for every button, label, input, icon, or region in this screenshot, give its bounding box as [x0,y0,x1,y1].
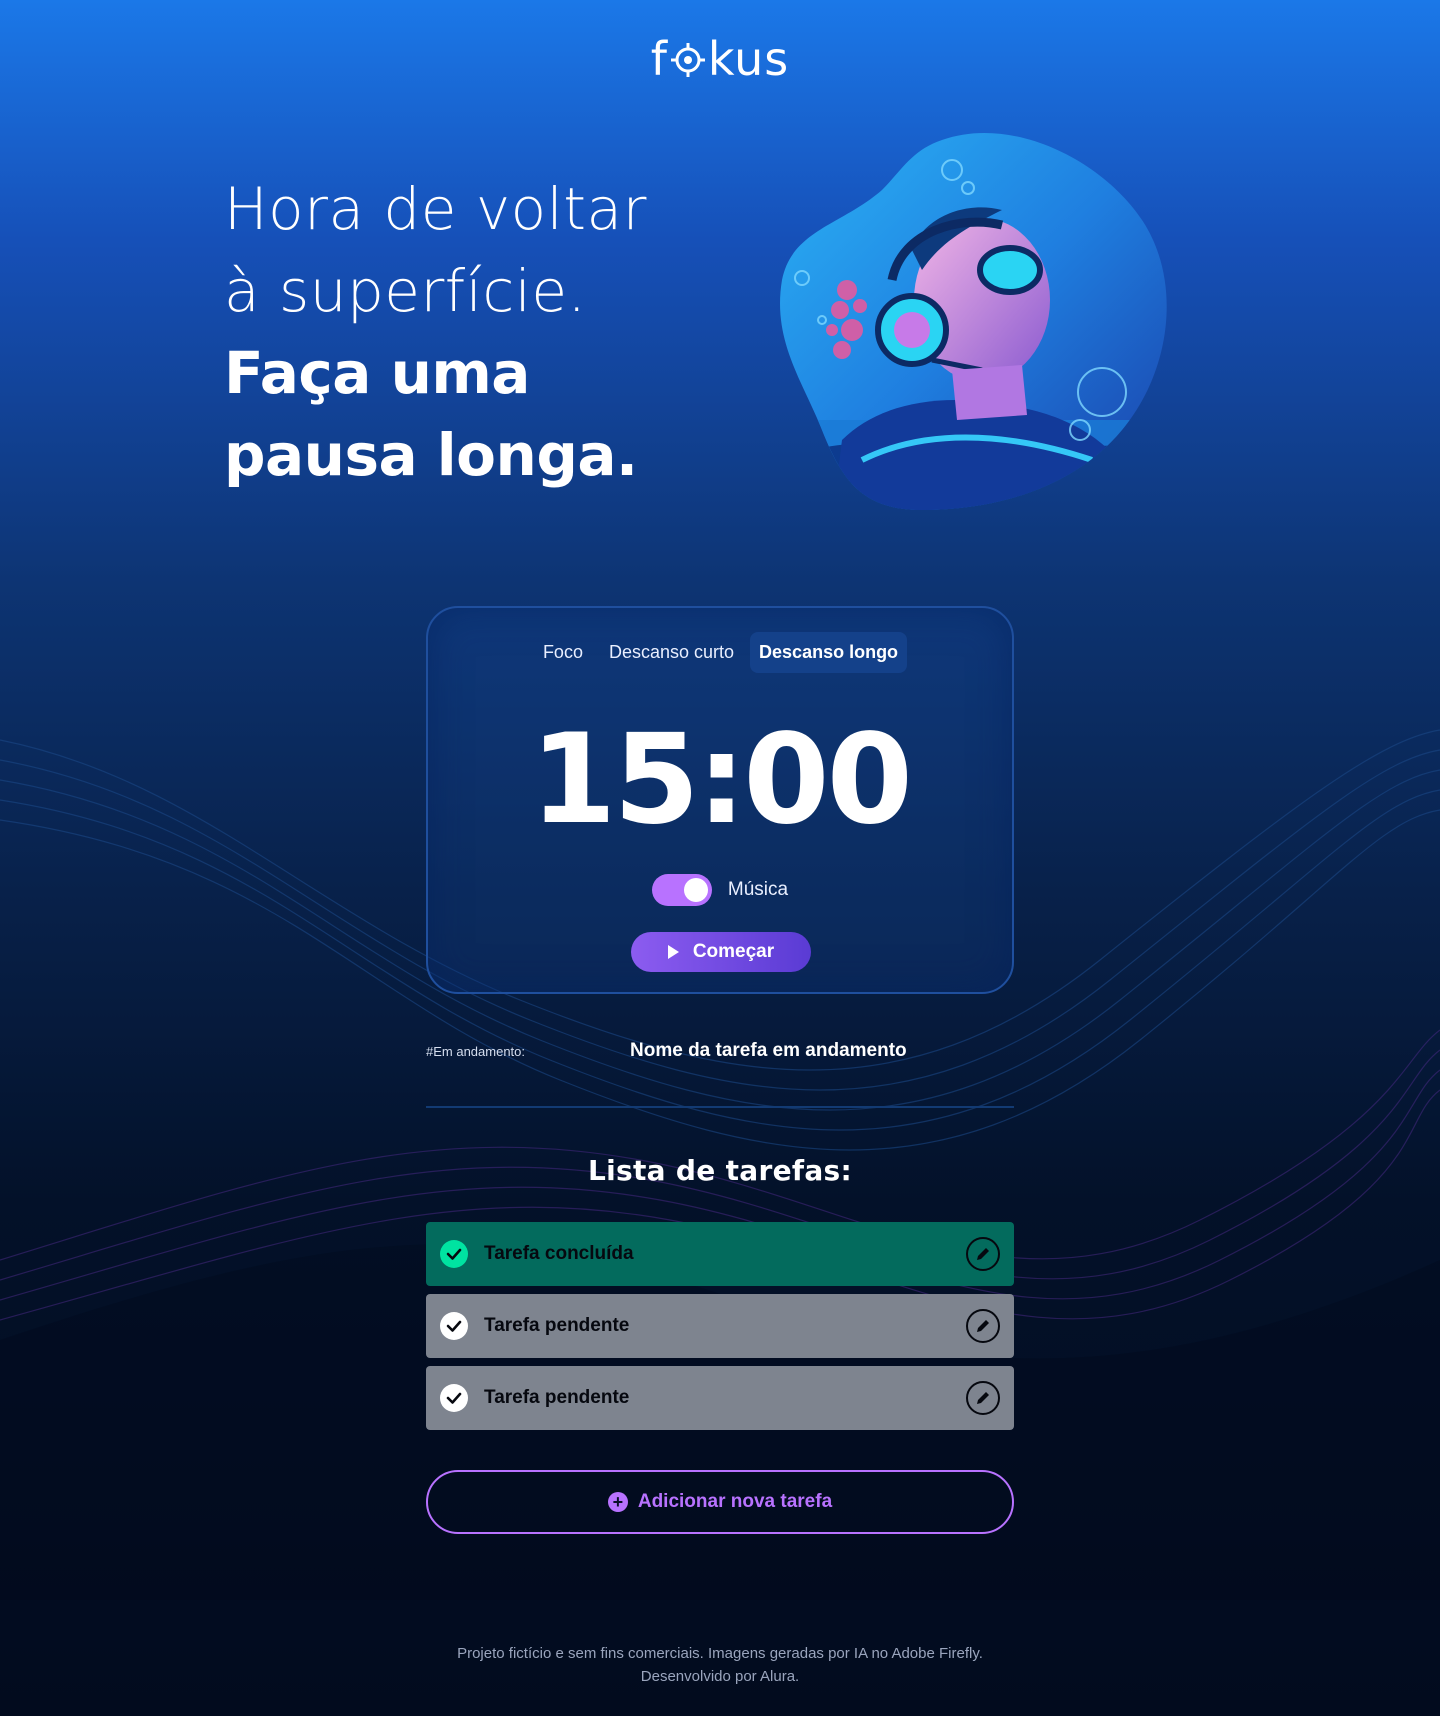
tab-foco[interactable]: Foco [533,632,593,673]
hero-line-2: à superfície. [224,257,587,325]
task-item[interactable]: Tarefa pendente [426,1366,1014,1430]
target-icon [670,43,705,77]
task-label: Tarefa concluída [484,1243,634,1264]
edit-pencil-icon[interactable] [966,1237,1000,1271]
check-icon[interactable] [440,1384,468,1412]
music-control: Música [428,874,1012,906]
task-label: Tarefa pendente [484,1315,630,1336]
edit-pencil-icon[interactable] [966,1309,1000,1343]
start-button[interactable]: Começar [631,932,811,972]
plus-circle-icon: + [607,1492,628,1512]
task-list: Tarefa concluída Tarefa pendente Tarefa … [426,1222,1014,1438]
task-label: Tarefa pendente [484,1387,630,1408]
task-item[interactable]: Tarefa pendente [426,1294,1014,1358]
diver-headphones-illustration [780,132,1167,511]
toggle-knob [683,878,708,902]
music-label: Música [727,879,789,900]
add-task-label: Adicionar nova tarefa [637,1491,833,1512]
check-icon[interactable] [440,1240,468,1268]
hero-heading: Hora de voltar à superfície. Faça uma pa… [224,168,744,496]
in-progress-label: #Em andamento: [426,1044,526,1059]
add-task-button[interactable]: + Adicionar nova tarefa [426,1470,1014,1534]
music-toggle[interactable] [651,874,712,906]
hero-line-1: Hora de voltar [224,175,647,243]
fokus-logo[interactable]: f kus [0,32,1440,86]
task-item[interactable]: Tarefa concluída [426,1222,1014,1286]
footer: Projeto fictício e sem fins comerciais. … [0,1642,1440,1688]
logo-text-start: f [650,32,668,86]
hero-line-4: pausa longa. [224,421,638,489]
check-icon[interactable] [440,1312,468,1340]
play-icon [667,945,679,959]
logo-text-end: kus [707,32,790,86]
hero-line-3: Faça uma [224,339,530,407]
divider [426,1106,1014,1108]
in-progress-task: Nome da tarefa em andamento [630,1040,907,1061]
edit-pencil-icon[interactable] [966,1381,1000,1415]
footer-line-2: Desenvolvido por Alura. [640,1668,800,1685]
footer-line-1: Projeto fictício e sem fins comerciais. … [457,1645,983,1662]
timer-card: Foco Descanso curto Descanso longo 15:00… [426,606,1014,994]
tab-descanso-curto[interactable]: Descanso curto [599,632,744,673]
timer-display: 15:00 [530,708,913,852]
timer-tabs: Foco Descanso curto Descanso longo [428,632,1012,673]
start-button-label: Começar [692,941,775,962]
tab-descanso-longo[interactable]: Descanso longo [750,632,908,673]
task-list-title: Lista de tarefas: [587,1154,853,1187]
